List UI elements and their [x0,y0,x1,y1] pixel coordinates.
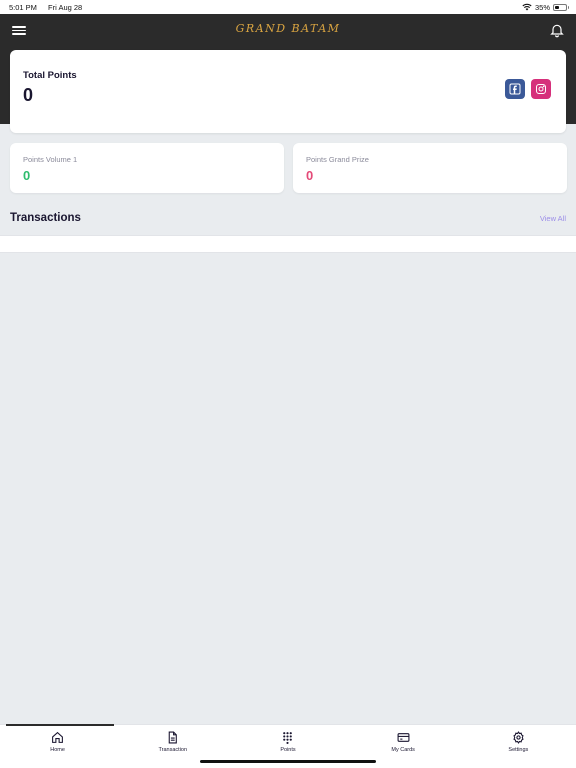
facebook-icon[interactable] [505,79,525,99]
points-grand-prize-label: Points Grand Prize [306,155,369,164]
status-time: 5:01 PM [9,2,37,12]
nav-home[interactable]: Home [0,725,115,768]
document-icon [168,731,178,744]
status-right: 35% [522,2,569,12]
points-volume-value: 0 [23,168,31,183]
total-points-card: Total Points 0 [10,50,566,133]
nav-points-label: Points [280,747,296,753]
transactions-list [0,235,576,253]
grid-dots-icon [283,732,293,744]
home-icon [52,731,64,743]
nav-my-cards-label: My Cards [391,747,415,753]
battery-percentage: 35% [534,2,550,12]
total-points-label: Total Points [23,70,77,81]
points-grand-prize-card: Points Grand Prize 0 [293,143,567,193]
points-volume-card: Points Volume 1 0 [10,143,284,193]
social-links [505,79,551,99]
brand-logo: GRAND BATAM [235,22,341,35]
transactions-title: Transactions [10,212,81,224]
nav-transaction-label: Transaction [158,747,188,753]
battery-icon [553,3,569,11]
status-bar: 5:01 PM Fri Aug 28 35% [0,0,576,14]
nav-active-indicator [6,724,114,726]
home-indicator[interactable] [200,760,376,763]
wifi-icon [522,3,532,11]
bell-icon[interactable] [549,22,565,38]
points-grand-prize-value: 0 [306,168,314,183]
nav-settings[interactable]: Settings [461,725,576,768]
status-date: Fri Aug 28 [48,2,83,12]
points-volume-label: Points Volume 1 [23,155,78,164]
total-points-value: 0 [23,85,34,105]
battery-fill [555,5,559,9]
card-icon [397,733,410,742]
status-left: 5:01 PM Fri Aug 28 [9,3,91,12]
view-all-link[interactable]: View All [540,214,566,223]
instagram-icon[interactable] [531,79,551,99]
nav-settings-label: Settings [508,747,529,753]
nav-home-label: Home [50,747,65,753]
gear-icon [513,731,524,744]
